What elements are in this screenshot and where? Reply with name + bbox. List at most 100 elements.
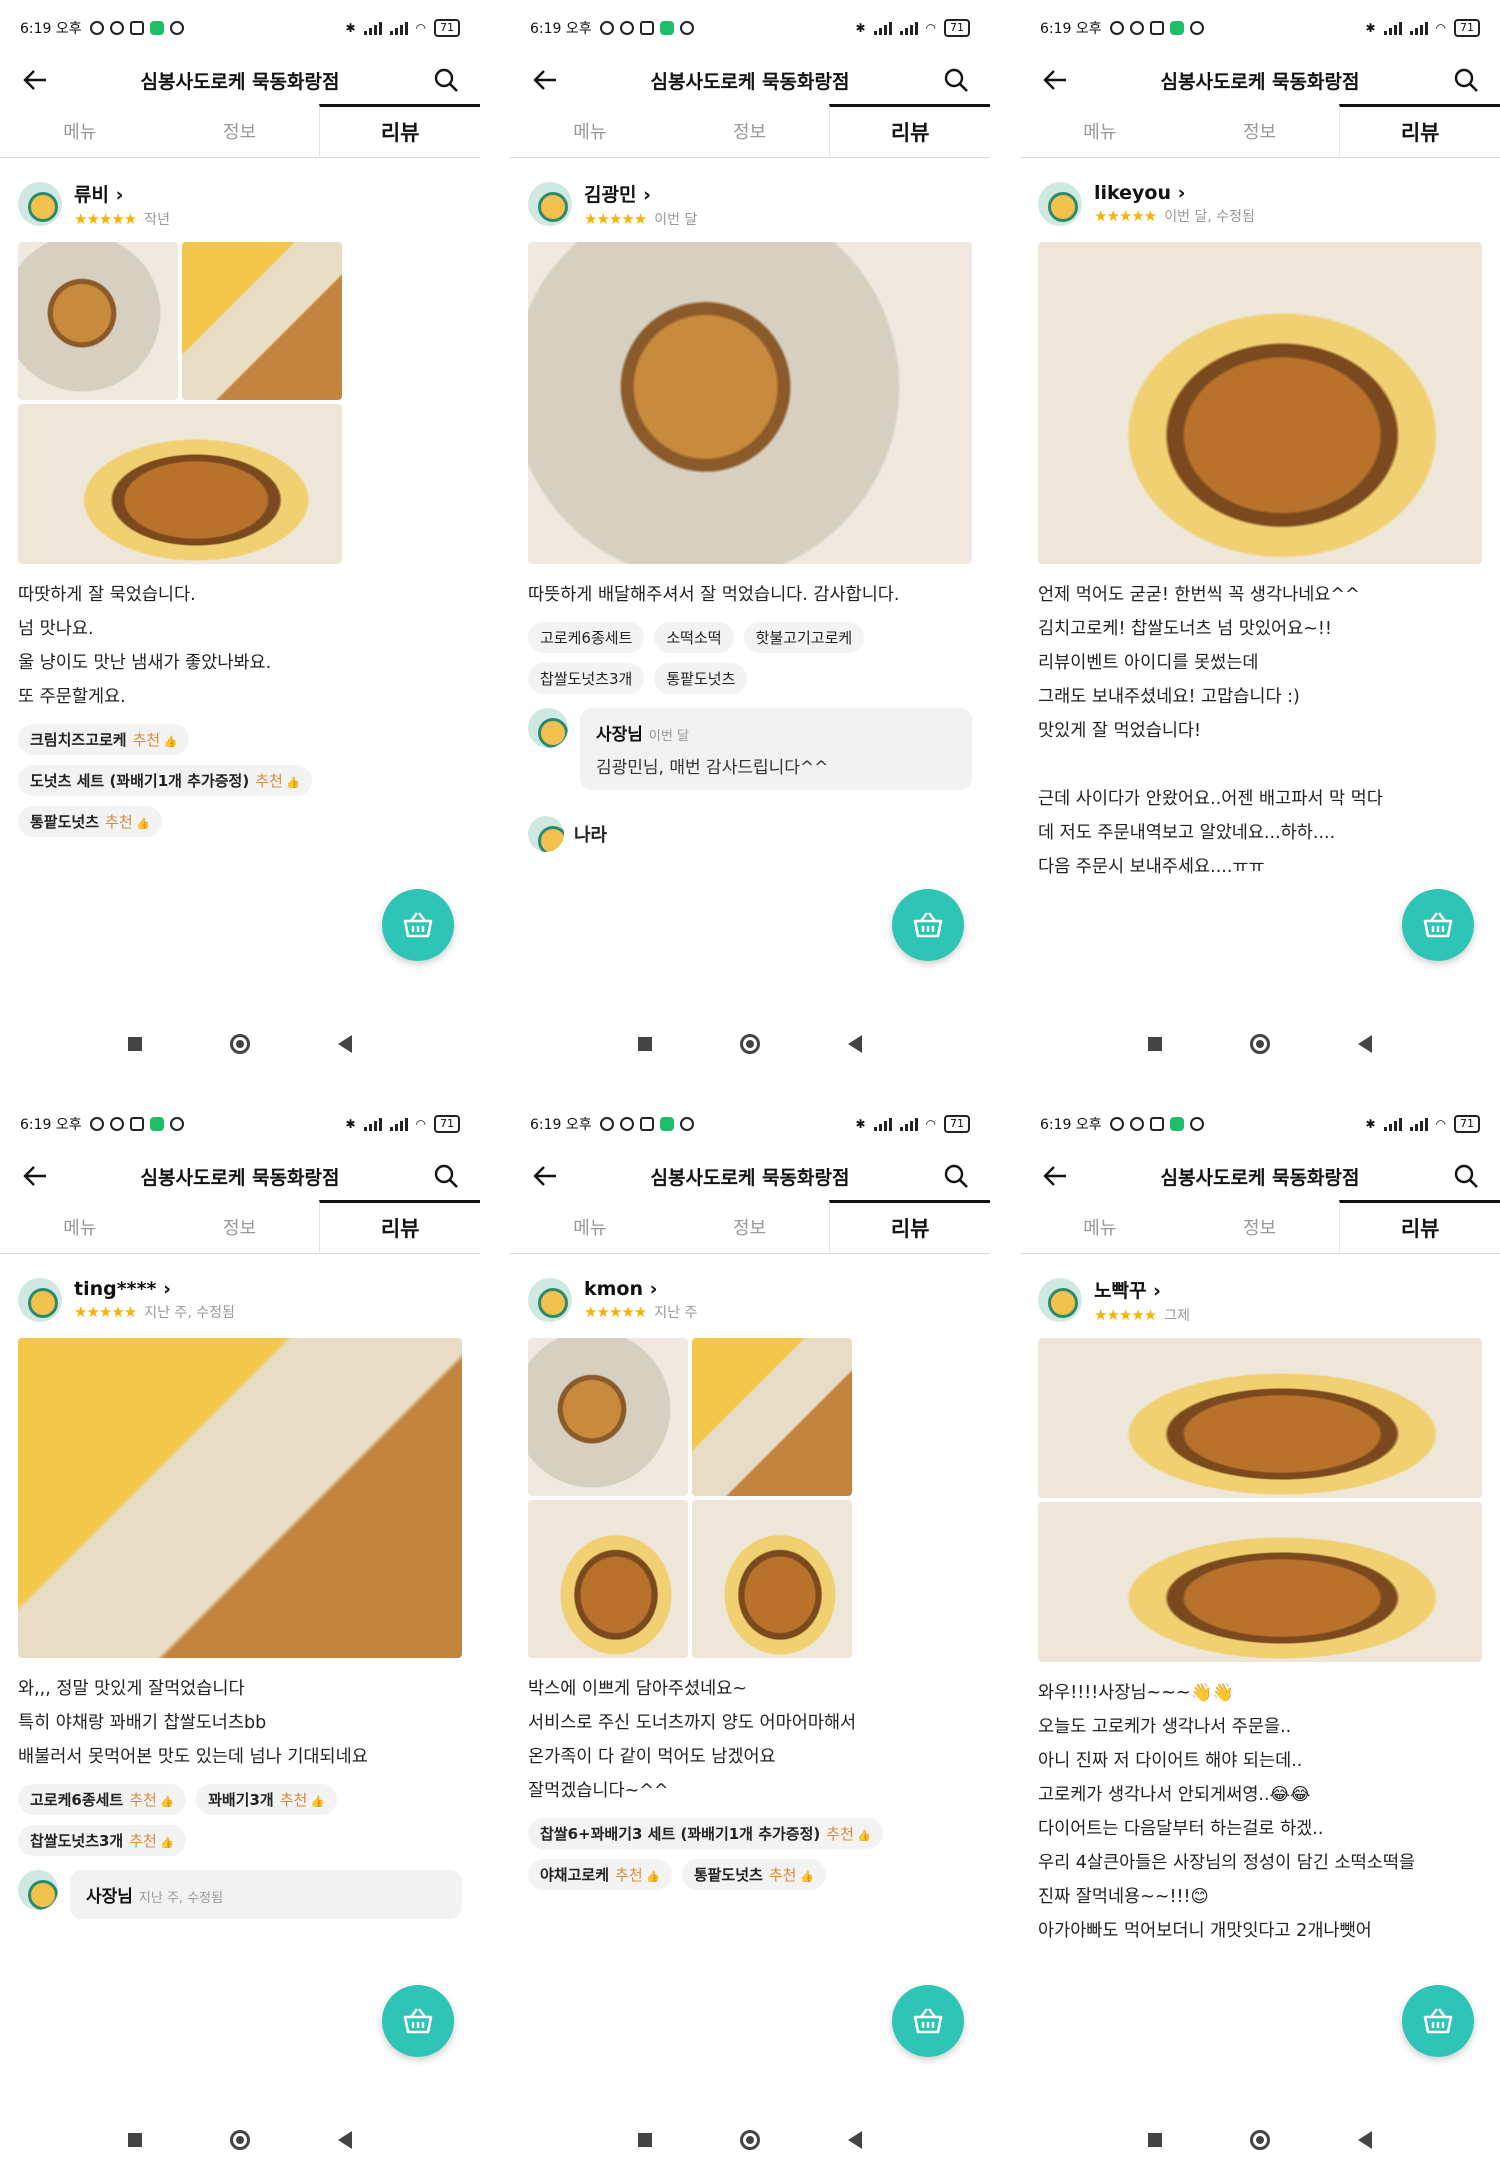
ordered-item-chip[interactable]: 핫불고기고로케 [743, 622, 865, 653]
ordered-item-chip[interactable]: 통팥도넛츠 추천 [18, 806, 162, 837]
recent-apps-icon[interactable] [1148, 1037, 1162, 1051]
ordered-item-chip[interactable]: 크림치즈고로케 추천 [18, 724, 190, 755]
review-photo[interactable] [692, 1500, 852, 1658]
cart-button[interactable] [892, 1985, 964, 2057]
tab-info[interactable]: 정보 [160, 1200, 320, 1253]
cart-button[interactable] [382, 1985, 454, 2057]
recent-apps-icon[interactable] [638, 1037, 652, 1051]
tab-info[interactable]: 정보 [1180, 1200, 1340, 1253]
review-photo[interactable] [18, 242, 178, 400]
recent-apps-icon[interactable] [128, 2133, 142, 2147]
home-icon[interactable] [740, 2130, 760, 2150]
recent-apps-icon[interactable] [638, 2133, 652, 2147]
ordered-item-chip[interactable]: 찹쌀도넛츠3개 [528, 663, 645, 694]
avatar[interactable] [1038, 1278, 1082, 1322]
avatar[interactable] [528, 1278, 572, 1322]
home-icon[interactable] [740, 1034, 760, 1054]
tab-info[interactable]: 정보 [160, 104, 320, 157]
review-list[interactable]: ting****★★★★★지난 주, 수정됨와,,, 정말 맛있게 잘먹었습니다… [0, 1254, 480, 2103]
tab-menu[interactable]: 메뉴 [510, 104, 670, 157]
review-photo[interactable] [1038, 1338, 1482, 1498]
tab-menu[interactable]: 메뉴 [1020, 104, 1180, 157]
review-list[interactable]: 류비 ★★★★★ 작년따땃하게 잘 묵었습니다. 넘 맛나요. 울 냥이도 맛난 냄새가… [0, 158, 480, 1007]
avatar[interactable] [18, 182, 62, 226]
review-photo[interactable] [1038, 242, 1482, 564]
home-icon[interactable] [230, 2130, 250, 2150]
ordered-item-chip[interactable]: 도넛츠 세트 (꽈배기1개 추가증정) 추천 [18, 765, 313, 796]
avatar[interactable] [1038, 182, 1082, 226]
review-photo[interactable] [18, 1338, 462, 1658]
avatar[interactable] [18, 1278, 62, 1322]
tab-info[interactable]: 정보 [670, 104, 830, 157]
search-icon[interactable] [1452, 66, 1480, 94]
review-photo[interactable] [528, 1338, 688, 1496]
search-icon[interactable] [942, 1162, 970, 1190]
back-nav-icon[interactable] [1358, 1035, 1372, 1053]
tab-reviews[interactable]: 리뷰 [1339, 1200, 1500, 1253]
ordered-item-chip[interactable]: 찹쌀6+꽈배기3 세트 (꽈배기1개 추가증정) 추천 [528, 1818, 884, 1849]
back-arrow-icon[interactable] [22, 1164, 48, 1188]
review-list[interactable]: 김광민★★★★★이번 달따뜻하게 배달해주셔서 잘 먹었습니다. 감사합니다.고… [510, 158, 990, 1007]
tab-info[interactable]: 정보 [1180, 104, 1340, 157]
tab-menu[interactable]: 메뉴 [0, 1200, 160, 1253]
review-photo[interactable] [18, 404, 342, 564]
ordered-item-chip[interactable]: 통팥도넛츠 추천 [681, 1859, 826, 1890]
ordered-item-chip[interactable]: 꽈배기3개 추천 [196, 1784, 337, 1815]
tab-menu[interactable]: 메뉴 [510, 1200, 670, 1253]
app-bar: 심봉사도로케 묵동화랑점 [0, 1152, 480, 1200]
search-icon[interactable] [942, 66, 970, 94]
tab-menu[interactable]: 메뉴 [0, 104, 160, 157]
reviewer-name[interactable]: likeyou [1094, 182, 1255, 204]
tab-reviews[interactable]: 리뷰 [319, 1200, 480, 1253]
search-icon[interactable] [432, 1162, 460, 1190]
back-arrow-icon[interactable] [22, 68, 48, 92]
ordered-item-chip[interactable]: 고로케6종세트 추천 [18, 1784, 187, 1815]
review-photo[interactable] [182, 242, 342, 400]
back-nav-icon[interactable] [1358, 2131, 1372, 2149]
reviewer-name[interactable]: kmon [584, 1278, 697, 1300]
cart-button[interactable] [382, 889, 454, 961]
back-arrow-icon[interactable] [532, 68, 558, 92]
ordered-item-chip[interactable]: 통팥도넛츠 [654, 663, 748, 694]
tab-reviews[interactable]: 리뷰 [829, 1200, 990, 1253]
tab-reviews[interactable]: 리뷰 [319, 104, 480, 157]
reviewer-name[interactable]: ting**** [74, 1278, 235, 1300]
reviewer-name[interactable]: 김광민 [584, 180, 697, 207]
review-photo[interactable] [528, 242, 972, 564]
home-icon[interactable] [230, 1034, 250, 1054]
next-review-header[interactable]: 나라 [528, 816, 972, 852]
cart-button[interactable] [1402, 889, 1474, 961]
tab-info[interactable]: 정보 [670, 1200, 830, 1253]
ordered-item-chip[interactable]: 찹쌀도넛츠3개 추천 [18, 1825, 187, 1856]
tab-reviews[interactable]: 리뷰 [829, 104, 990, 157]
cart-button[interactable] [1402, 1985, 1474, 2057]
review-list[interactable]: likeyou ★★★★★ 이번 달, 수정됨언제 먹어도 굳굳! 한번씩 꼭 생각… [1020, 158, 1500, 1007]
tab-reviews[interactable]: 리뷰 [1339, 104, 1500, 157]
search-icon[interactable] [432, 66, 460, 94]
back-arrow-icon[interactable] [532, 1164, 558, 1188]
back-nav-icon[interactable] [338, 1035, 352, 1053]
back-nav-icon[interactable] [848, 2131, 862, 2149]
home-icon[interactable] [1250, 2130, 1270, 2150]
review-photo[interactable] [528, 1500, 688, 1658]
recent-apps-icon[interactable] [1148, 2133, 1162, 2147]
cart-button[interactable] [892, 889, 964, 961]
home-icon[interactable] [1250, 1034, 1270, 1054]
reviewer-name[interactable]: 류비 [74, 180, 170, 207]
tab-menu[interactable]: 메뉴 [1020, 1200, 1180, 1253]
review-list[interactable]: kmon ★★★★★ 지난 주박스에 이쁘게 담아주셨네요~ 서비스로 주신 도너츠까… [510, 1254, 990, 2103]
review-photo[interactable] [1038, 1502, 1482, 1662]
reviewer-name[interactable]: 노빡꾸 [1094, 1276, 1190, 1303]
back-nav-icon[interactable] [338, 2131, 352, 2149]
ordered-item-chip[interactable]: 고로케6종세트 [528, 622, 645, 653]
review-list[interactable]: 노빡꾸 ★★★★★ 그제와우!!!!사장님~~~👋👋 오늘도 고로케가 생각나서 주문… [1020, 1254, 1500, 2103]
ordered-item-chip[interactable]: 소떡소떡 [654, 622, 734, 653]
back-nav-icon[interactable] [848, 1035, 862, 1053]
avatar[interactable] [528, 182, 572, 226]
search-icon[interactable] [1452, 1162, 1480, 1190]
back-arrow-icon[interactable] [1042, 1164, 1068, 1188]
review-photo[interactable] [692, 1338, 852, 1496]
ordered-item-chip[interactable]: 야채고로케 추천 [528, 1859, 672, 1890]
back-arrow-icon[interactable] [1042, 68, 1068, 92]
recent-apps-icon[interactable] [128, 1037, 142, 1051]
